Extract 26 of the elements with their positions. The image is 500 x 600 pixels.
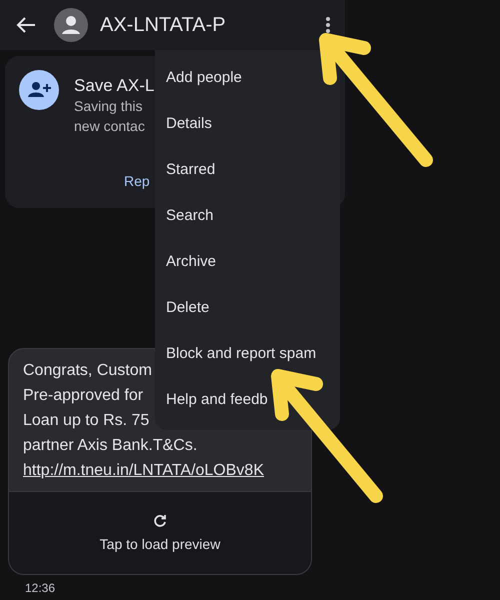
save-contact-text: Saving this [74, 97, 144, 116]
add-contact-icon [19, 70, 59, 110]
message-time: 12:36 [25, 581, 56, 595]
menu-item[interactable]: Add people [155, 54, 340, 100]
report-link[interactable]: Rep [124, 173, 154, 189]
save-contact-text: new contac [74, 117, 146, 136]
menu-item[interactable]: Block and report spam [155, 330, 340, 376]
menu-item[interactable]: Details [155, 100, 340, 146]
menu-item[interactable]: Archive [155, 238, 340, 284]
message-text: partner Axis Bank.T&Cs. [23, 436, 198, 456]
menu-item[interactable]: Help and feedb [155, 376, 340, 422]
message-text: Loan up to Rs. 75 [23, 411, 150, 431]
menu-item[interactable]: Search [155, 192, 340, 238]
message-text: Congrats, Custom [23, 361, 152, 381]
save-contact-title: Save AX-L [74, 76, 154, 96]
back-icon[interactable] [16, 16, 36, 34]
message-text: Pre-approved for [23, 386, 144, 406]
refresh-icon [153, 514, 167, 528]
preview-label: Tap to load preview [100, 536, 220, 552]
message-link[interactable]: http://m.tneu.in/LNTATA/oLOBv8K [23, 458, 264, 483]
menu-item[interactable]: Delete [155, 284, 340, 330]
link-preview[interactable]: Tap to load preview [9, 491, 311, 574]
avatar-icon [54, 8, 88, 42]
conversation-title: AX-LNTATA-P [100, 14, 227, 36]
more-options-icon[interactable] [325, 16, 331, 34]
menu-item[interactable]: Starred [155, 146, 340, 192]
